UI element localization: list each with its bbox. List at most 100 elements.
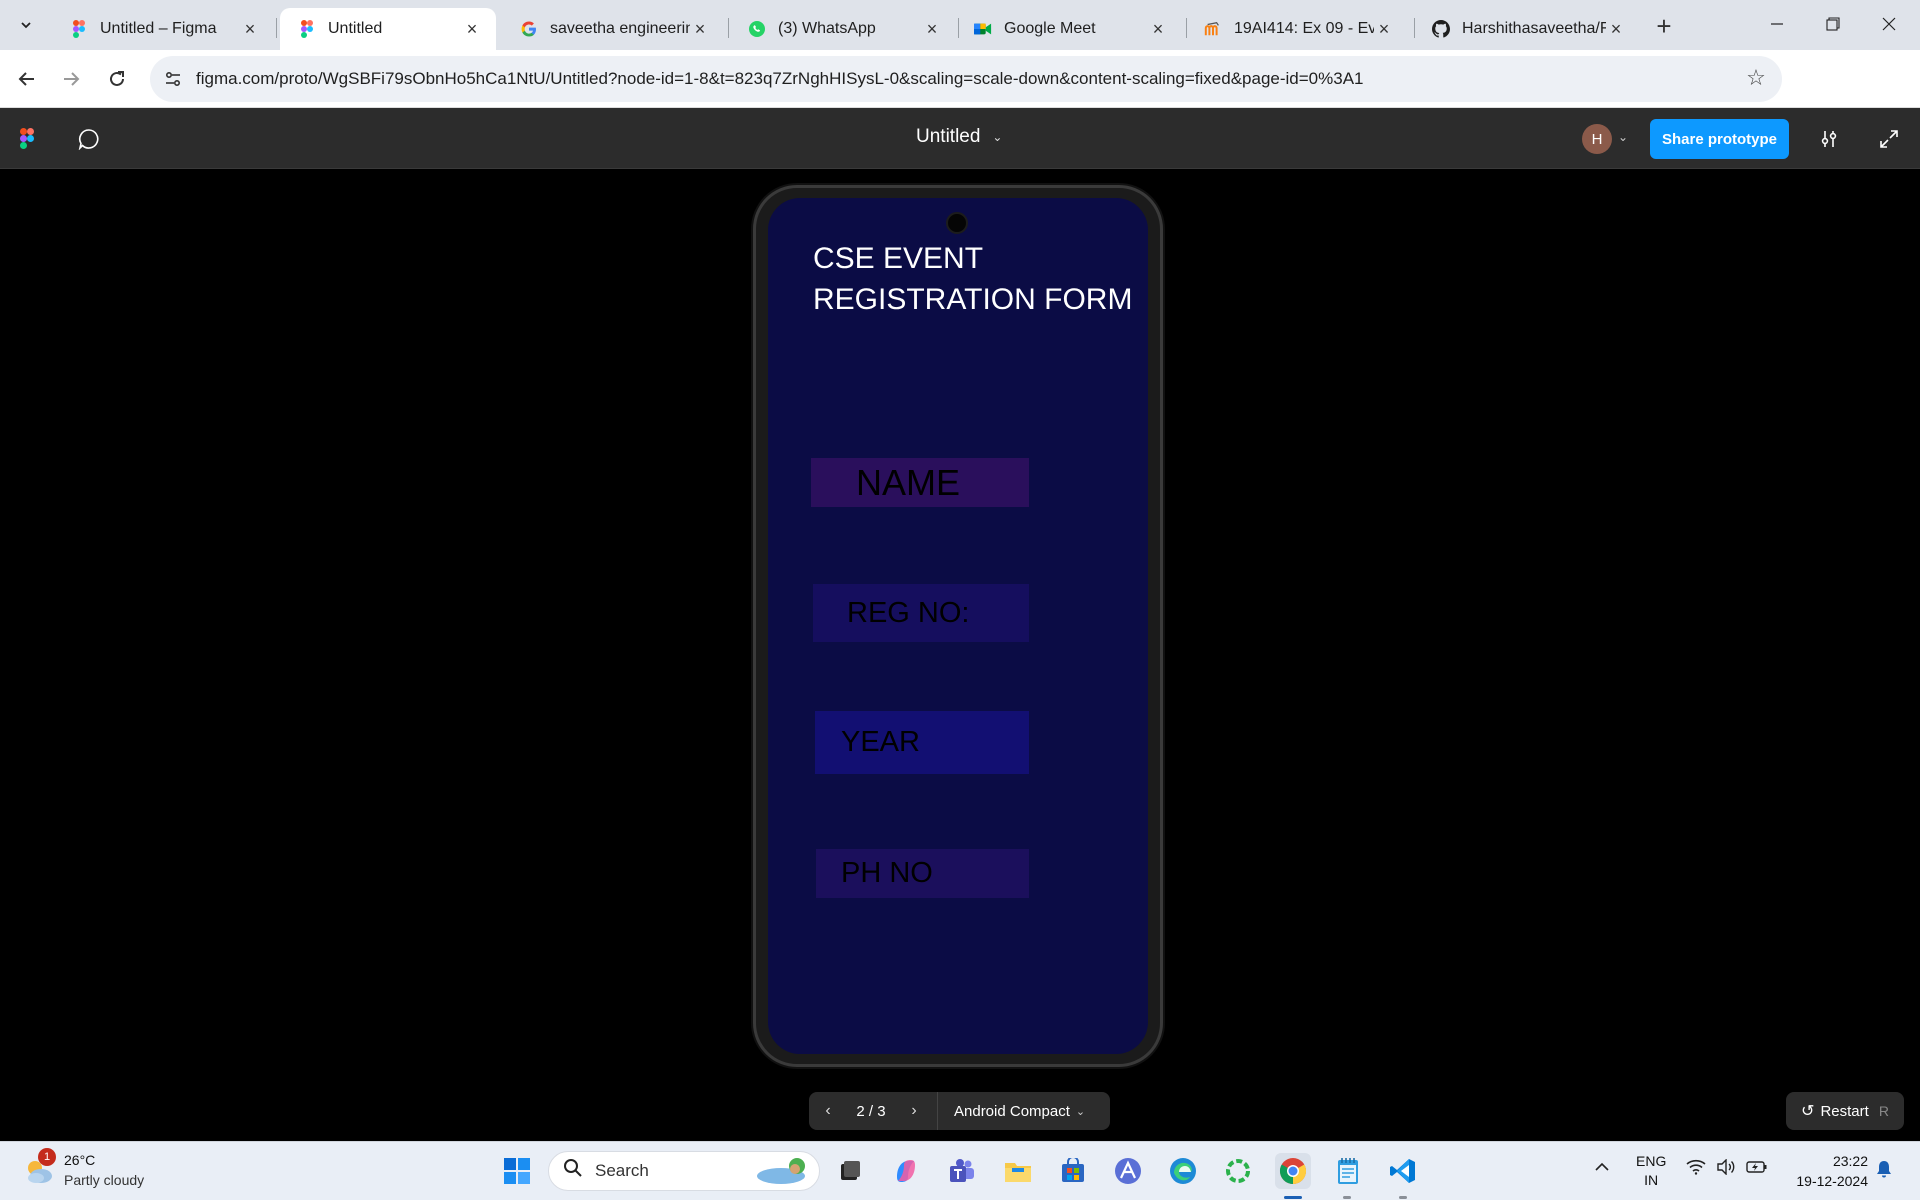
show-hidden-icons-chevron-icon[interactable] bbox=[1594, 1160, 1610, 1178]
file-explorer-icon[interactable] bbox=[1000, 1153, 1036, 1189]
next-frame-chevron-icon[interactable]: › bbox=[895, 1092, 933, 1130]
reg-no-field[interactable]: REG NO: bbox=[813, 584, 1029, 642]
prototype-canvas: CSE EVENT REGISTRATION FORM NAME REG NO:… bbox=[0, 169, 1920, 1141]
restart-icon: ↺ bbox=[1801, 1103, 1815, 1120]
weather-description[interactable]: Partly cloudy bbox=[64, 1172, 144, 1188]
restart-label: Restart bbox=[1820, 1102, 1869, 1120]
battery-charging-icon[interactable] bbox=[1746, 1159, 1768, 1180]
wifi-icon[interactable] bbox=[1686, 1159, 1706, 1180]
close-tab-icon[interactable]: × bbox=[462, 19, 482, 39]
tab-moodle-ex09[interactable]: 19AI414: Ex 09 - Eve × bbox=[1186, 8, 1408, 50]
search-icon bbox=[563, 1158, 583, 1184]
notepad-icon[interactable] bbox=[1330, 1153, 1366, 1189]
tab-title: saveetha engineering bbox=[550, 20, 690, 37]
form-title: CSE EVENT REGISTRATION FORM bbox=[813, 238, 1143, 320]
reload-icon[interactable] bbox=[102, 64, 132, 94]
device-select[interactable]: Android Compact ⌄ bbox=[938, 1103, 1085, 1120]
close-tab-icon[interactable]: × bbox=[690, 19, 710, 39]
chrome-icon[interactable] bbox=[1275, 1153, 1311, 1189]
page-indicator: 2 / 3 bbox=[856, 1102, 886, 1120]
copilot-icon[interactable] bbox=[888, 1153, 924, 1189]
new-tab-plus-icon[interactable]: + bbox=[1650, 11, 1678, 41]
tab-title: Harshithasaveetha/F bbox=[1462, 20, 1606, 37]
share-prototype-button[interactable]: Share prototype bbox=[1650, 119, 1789, 159]
tab-divider bbox=[728, 18, 729, 38]
clock-time: 23:22 bbox=[1832, 1153, 1868, 1169]
file-title-menu[interactable]: Untitled ⌄ bbox=[916, 126, 1002, 148]
volume-icon[interactable] bbox=[1716, 1158, 1736, 1180]
notification-bell-icon[interactable] bbox=[1876, 1160, 1892, 1183]
bookmark-star-icon[interactable]: ☆ bbox=[1744, 65, 1768, 90]
restore-window-icon[interactable] bbox=[1810, 8, 1856, 40]
phone-number-field[interactable]: PH NO bbox=[816, 849, 1029, 898]
tab-saveetha-search[interactable]: saveetha engineering × bbox=[502, 8, 724, 50]
loading-ring-app-icon[interactable] bbox=[1220, 1153, 1256, 1189]
previous-frame-chevron-icon[interactable]: ‹ bbox=[809, 1092, 847, 1130]
edge-browser-icon[interactable] bbox=[1165, 1153, 1201, 1189]
chrome-running-indicator bbox=[1284, 1196, 1302, 1199]
back-arrow-icon[interactable] bbox=[12, 64, 42, 94]
chevron-down-icon[interactable]: ⌄ bbox=[1618, 130, 1628, 144]
figma-icon bbox=[70, 20, 88, 38]
site-info-icon[interactable] bbox=[162, 68, 184, 90]
address-bar[interactable]: figma.com/proto/WgSBFi79sObnHo5hCa1NtU/U… bbox=[150, 56, 1782, 102]
year-field[interactable]: YEAR bbox=[815, 711, 1029, 774]
user-avatar[interactable]: H bbox=[1582, 124, 1612, 154]
form-title-line-1: CSE EVENT bbox=[813, 242, 984, 275]
microsoft-store-icon[interactable] bbox=[1055, 1153, 1091, 1189]
minimize-window-icon[interactable] bbox=[1754, 8, 1800, 40]
prototype-settings-icon[interactable] bbox=[1816, 126, 1842, 152]
device-label: Android Compact bbox=[954, 1102, 1070, 1120]
restart-shortcut: R bbox=[1878, 1103, 1889, 1119]
taskbar-search-box[interactable]: Search bbox=[548, 1151, 820, 1191]
weather-notification-badge: 1 bbox=[38, 1148, 56, 1166]
browser-toolbar: figma.com/proto/WgSBFi79sObnHo5hCa1NtU/U… bbox=[0, 50, 1920, 142]
tab-divider bbox=[276, 18, 277, 38]
tab-whatsapp[interactable]: (3) WhatsApp × bbox=[730, 8, 956, 50]
vscode-icon[interactable] bbox=[1385, 1153, 1421, 1189]
close-tab-icon[interactable]: × bbox=[1148, 19, 1168, 39]
tab-title: (3) WhatsApp bbox=[778, 20, 876, 37]
forward-arrow-icon[interactable] bbox=[56, 64, 86, 94]
tab-untitled-figma[interactable]: Untitled – Figma × bbox=[52, 8, 274, 50]
notepad-running-indicator bbox=[1343, 1196, 1351, 1199]
github-icon bbox=[1432, 20, 1450, 38]
figma-logo-icon[interactable] bbox=[20, 128, 40, 150]
search-highlight-icon bbox=[755, 1156, 811, 1191]
close-tab-icon[interactable]: × bbox=[1606, 19, 1626, 39]
tab-search-chevron-icon[interactable] bbox=[12, 11, 40, 39]
url-text: figma.com/proto/WgSBFi79sObnHo5hCa1NtU/U… bbox=[196, 69, 1364, 88]
teams-icon[interactable] bbox=[944, 1153, 980, 1189]
tab-title: 19AI414: Ex 09 - Eve bbox=[1234, 20, 1374, 37]
comment-icon[interactable] bbox=[76, 126, 102, 152]
search-placeholder: Search bbox=[595, 1161, 649, 1180]
close-tab-icon[interactable]: × bbox=[922, 19, 942, 39]
tab-untitled-active[interactable]: Untitled × bbox=[280, 8, 496, 50]
front-camera bbox=[946, 212, 968, 234]
close-tab-icon[interactable]: × bbox=[240, 19, 260, 39]
clock-date: 19-12-2024 bbox=[1796, 1173, 1868, 1189]
whatsapp-icon bbox=[748, 20, 766, 38]
restart-button[interactable]: ↺ Restart R bbox=[1786, 1092, 1904, 1130]
tab-github[interactable]: Harshithasaveetha/F × bbox=[1414, 8, 1640, 50]
system-clock[interactable]: 23:22 19-12-2024 bbox=[1786, 1151, 1868, 1191]
registration-screen: CSE EVENT REGISTRATION FORM NAME REG NO:… bbox=[768, 198, 1148, 1054]
name-field[interactable]: NAME bbox=[811, 458, 1029, 507]
chevron-down-icon: ⌄ bbox=[992, 130, 1003, 144]
weather-temperature[interactable]: 26°C bbox=[64, 1152, 95, 1168]
android-compact-device-frame: CSE EVENT REGISTRATION FORM NAME REG NO:… bbox=[753, 185, 1163, 1067]
file-title: Untitled bbox=[916, 126, 981, 147]
windows-start-icon[interactable] bbox=[499, 1153, 535, 1189]
app-launcher-icon[interactable] bbox=[1110, 1153, 1146, 1189]
google-meet-icon bbox=[974, 20, 992, 38]
input-language-indicator[interactable]: ENG IN bbox=[1636, 1152, 1666, 1190]
tab-title: Untitled bbox=[328, 20, 383, 37]
region-code: IN bbox=[1644, 1172, 1659, 1188]
close-tab-icon[interactable]: × bbox=[1374, 19, 1394, 39]
chevron-down-icon: ⌄ bbox=[1075, 1105, 1086, 1118]
close-window-icon[interactable] bbox=[1866, 8, 1912, 40]
moodle-icon bbox=[1204, 20, 1222, 38]
fullscreen-expand-icon[interactable] bbox=[1876, 126, 1902, 152]
task-view-icon[interactable] bbox=[832, 1153, 868, 1189]
tab-google-meet[interactable]: Google Meet × bbox=[956, 8, 1182, 50]
